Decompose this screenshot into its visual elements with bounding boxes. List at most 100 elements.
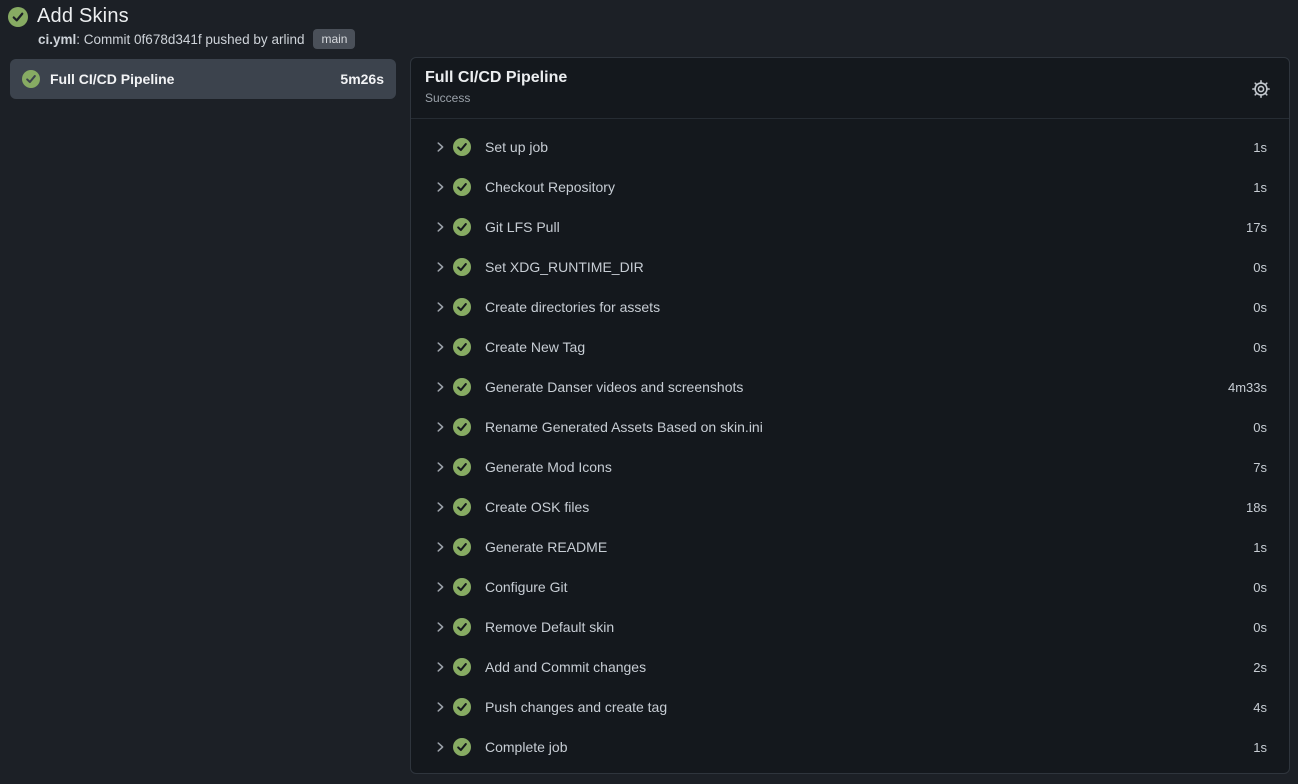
job-status-text: Success	[425, 91, 1275, 105]
chevron-right-icon[interactable]	[433, 620, 448, 634]
chevron-right-icon[interactable]	[433, 740, 448, 754]
steps-list: Set up job 1s Checkout Repository 1s	[411, 119, 1289, 767]
commit-separator: :	[76, 32, 84, 47]
step-row[interactable]: Create OSK files 18s	[411, 487, 1289, 527]
check-circle-icon	[453, 338, 471, 356]
chevron-right-icon[interactable]	[433, 340, 448, 354]
commit-label: Commit	[84, 32, 134, 47]
branch-badge[interactable]: main	[313, 29, 355, 49]
step-duration: 7s	[1253, 460, 1267, 475]
step-name: Complete job	[485, 739, 1253, 755]
gear-icon[interactable]	[1251, 79, 1271, 99]
chevron-right-icon[interactable]	[433, 140, 448, 154]
step-row[interactable]: Generate Mod Icons 7s	[411, 447, 1289, 487]
job-duration: 5m26s	[340, 71, 384, 87]
chevron-right-icon[interactable]	[433, 180, 448, 194]
step-duration: 17s	[1246, 220, 1267, 235]
step-duration: 0s	[1253, 340, 1267, 355]
chevron-right-icon[interactable]	[433, 380, 448, 394]
step-row[interactable]: Remove Default skin 0s	[411, 607, 1289, 647]
chevron-right-icon[interactable]	[433, 580, 448, 594]
check-circle-icon	[453, 178, 471, 196]
check-circle-icon	[453, 618, 471, 636]
run-title: Add Skins	[37, 5, 129, 28]
pushed-by-label: pushed by	[202, 32, 272, 47]
step-row[interactable]: Rename Generated Assets Based on skin.in…	[411, 407, 1289, 447]
check-circle-icon	[453, 698, 471, 716]
step-name: Create directories for assets	[485, 299, 1253, 315]
check-circle-icon	[453, 578, 471, 596]
step-row[interactable]: Generate Danser videos and screenshots 4…	[411, 367, 1289, 407]
step-row[interactable]: Generate README 1s	[411, 527, 1289, 567]
chevron-right-icon[interactable]	[433, 220, 448, 234]
step-duration: 2s	[1253, 660, 1267, 675]
check-circle-icon	[453, 138, 471, 156]
job-detail-panel: Full CI/CD Pipeline Success	[410, 57, 1290, 774]
check-circle-icon	[453, 738, 471, 756]
job-detail-title: Full CI/CD Pipeline	[425, 69, 1275, 87]
step-name: Set XDG_RUNTIME_DIR	[485, 259, 1253, 275]
run-header: Add Skins ci.yml: Commit 0f678d341f push…	[0, 0, 1298, 57]
check-circle-icon	[453, 498, 471, 516]
check-circle-icon	[453, 258, 471, 276]
step-name: Generate Mod Icons	[485, 459, 1253, 475]
step-row[interactable]: Create directories for assets 0s	[411, 287, 1289, 327]
step-row[interactable]: Push changes and create tag 4s	[411, 687, 1289, 727]
step-name: Create New Tag	[485, 339, 1253, 355]
step-row[interactable]: Configure Git 0s	[411, 567, 1289, 607]
step-name: Rename Generated Assets Based on skin.in…	[485, 419, 1253, 435]
step-duration: 0s	[1253, 260, 1267, 275]
check-circle-icon	[453, 378, 471, 396]
step-row[interactable]: Create New Tag 0s	[411, 327, 1289, 367]
step-row[interactable]: Complete job 1s	[411, 727, 1289, 767]
step-row[interactable]: Set up job 1s	[411, 127, 1289, 167]
check-circle-icon	[453, 418, 471, 436]
job-name: Full CI/CD Pipeline	[50, 71, 330, 87]
commit-sha[interactable]: 0f678d341f	[134, 32, 202, 47]
chevron-right-icon[interactable]	[433, 660, 448, 674]
chevron-right-icon[interactable]	[433, 420, 448, 434]
check-circle-icon	[22, 70, 40, 88]
step-row[interactable]: Git LFS Pull 17s	[411, 207, 1289, 247]
step-name: Git LFS Pull	[485, 219, 1246, 235]
chevron-right-icon[interactable]	[433, 260, 448, 274]
step-duration: 1s	[1253, 140, 1267, 155]
step-duration: 0s	[1253, 420, 1267, 435]
check-circle-icon	[453, 458, 471, 476]
run-status-check-circle-icon	[8, 7, 28, 27]
chevron-right-icon[interactable]	[433, 300, 448, 314]
chevron-right-icon[interactable]	[433, 700, 448, 714]
chevron-right-icon[interactable]	[433, 540, 448, 554]
workflow-file-name[interactable]: ci.yml	[38, 32, 76, 47]
step-duration: 0s	[1253, 620, 1267, 635]
step-name: Generate Danser videos and screenshots	[485, 379, 1228, 395]
step-name: Checkout Repository	[485, 179, 1253, 195]
step-row[interactable]: Set XDG_RUNTIME_DIR 0s	[411, 247, 1289, 287]
step-duration: 1s	[1253, 740, 1267, 755]
actor-name: arlind	[271, 32, 304, 47]
check-circle-icon	[453, 658, 471, 676]
check-circle-icon	[453, 538, 471, 556]
check-circle-icon	[453, 218, 471, 236]
step-duration: 0s	[1253, 580, 1267, 595]
chevron-right-icon[interactable]	[433, 460, 448, 474]
check-circle-icon	[453, 298, 471, 316]
step-duration: 4m33s	[1228, 380, 1267, 395]
step-name: Add and Commit changes	[485, 659, 1253, 675]
jobs-sidebar: Full CI/CD Pipeline 5m26s	[10, 59, 396, 99]
chevron-right-icon[interactable]	[433, 500, 448, 514]
job-card[interactable]: Full CI/CD Pipeline 5m26s	[10, 59, 396, 99]
step-name: Remove Default skin	[485, 619, 1253, 635]
step-row[interactable]: Add and Commit changes 2s	[411, 647, 1289, 687]
step-duration: 18s	[1246, 500, 1267, 515]
job-detail-header: Full CI/CD Pipeline Success	[411, 58, 1289, 119]
step-name: Set up job	[485, 139, 1253, 155]
step-duration: 4s	[1253, 700, 1267, 715]
step-name: Create OSK files	[485, 499, 1246, 515]
step-row[interactable]: Checkout Repository 1s	[411, 167, 1289, 207]
commit-line: ci.yml: Commit 0f678d341f pushed by arli…	[38, 29, 355, 49]
step-duration: 0s	[1253, 300, 1267, 315]
step-duration: 1s	[1253, 180, 1267, 195]
step-name: Generate README	[485, 539, 1253, 555]
step-duration: 1s	[1253, 540, 1267, 555]
